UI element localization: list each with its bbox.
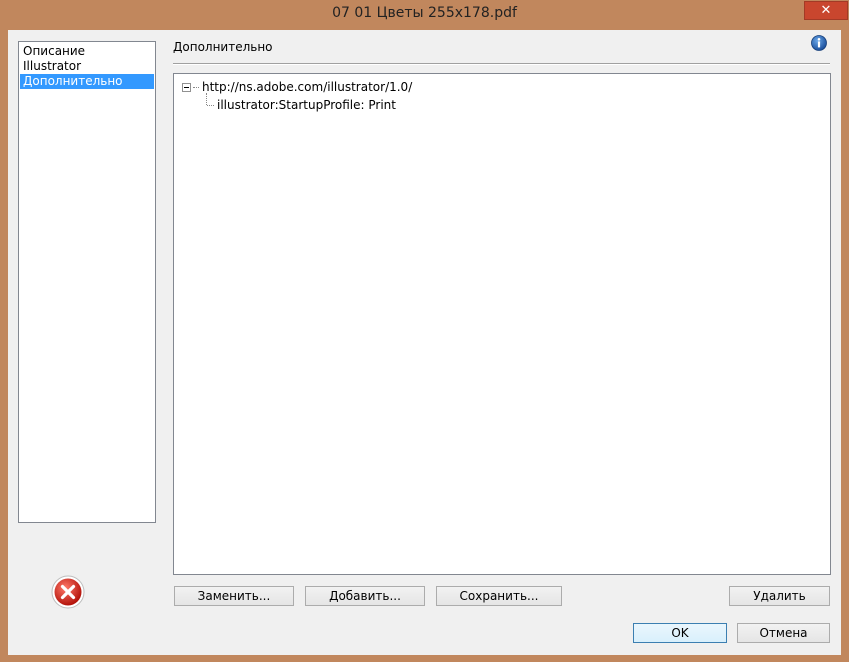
add-button[interactable]: Добавить... bbox=[305, 586, 425, 606]
section-separator bbox=[173, 63, 830, 65]
close-button[interactable]: ✕ bbox=[804, 1, 848, 20]
tree-node-child[interactable]: illustrator:StartupProfile: Print bbox=[207, 97, 396, 113]
info-icon[interactable] bbox=[811, 35, 827, 51]
sidebar-item-description[interactable]: Описание bbox=[20, 44, 154, 59]
tree-connector bbox=[193, 86, 199, 88]
ok-button[interactable]: OK bbox=[633, 623, 727, 643]
cancel-button[interactable]: Отмена bbox=[737, 623, 830, 643]
category-list[interactable]: Описание Illustrator Дополнительно bbox=[18, 41, 156, 523]
section-title: Дополнительно bbox=[173, 40, 273, 54]
tree-node-root[interactable]: http://ns.adobe.com/illustrator/1.0/ bbox=[182, 79, 412, 95]
sidebar-item-illustrator[interactable]: Illustrator bbox=[20, 59, 154, 74]
window-title: 07 01 Цветы 255x178.pdf bbox=[332, 5, 517, 21]
error-icon bbox=[51, 575, 85, 609]
title-bar[interactable]: 07 01 Цветы 255x178.pdf ✕ bbox=[0, 0, 849, 30]
delete-button[interactable]: Удалить bbox=[729, 586, 830, 606]
save-button[interactable]: Сохранить... bbox=[436, 586, 562, 606]
replace-button[interactable]: Заменить... bbox=[174, 586, 294, 606]
tree-connector bbox=[207, 104, 214, 106]
collapse-icon[interactable] bbox=[182, 82, 191, 92]
sidebar-item-advanced[interactable]: Дополнительно bbox=[20, 74, 154, 89]
dialog-client-area: Описание Illustrator Дополнительно Допол… bbox=[8, 30, 841, 655]
metadata-tree[interactable]: http://ns.adobe.com/illustrator/1.0/ ill… bbox=[173, 73, 831, 575]
tree-node-child-label: illustrator:StartupProfile: Print bbox=[217, 98, 396, 112]
tree-node-root-label: http://ns.adobe.com/illustrator/1.0/ bbox=[202, 80, 413, 94]
close-icon: ✕ bbox=[820, 3, 832, 18]
dialog-window: 07 01 Цветы 255x178.pdf ✕ Описание Illus… bbox=[0, 0, 849, 662]
